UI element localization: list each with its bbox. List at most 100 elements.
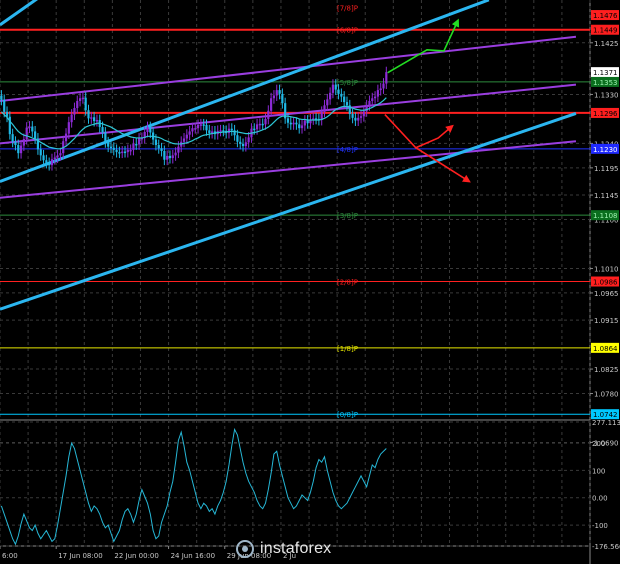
forecast-arrow	[387, 18, 460, 74]
trend-line	[0, 35, 577, 102]
murrey-level-label: [1/8]P	[337, 345, 358, 353]
candle-body	[115, 149, 118, 153]
oscillator-line	[0, 427, 387, 546]
candle-body	[241, 143, 245, 147]
candle-body	[247, 137, 250, 143]
candle-body	[126, 149, 129, 153]
candle-body	[194, 128, 197, 130]
candle-body	[84, 97, 87, 111]
candle-body	[149, 127, 152, 133]
candle-body	[25, 127, 28, 140]
time-tick-label: 17 Jun 08:00	[58, 552, 102, 560]
candle-body	[337, 89, 340, 94]
price-badge-label: 1.1108	[593, 212, 618, 220]
candle-body	[236, 135, 239, 142]
candle-body	[157, 145, 160, 149]
candle-body	[64, 133, 68, 142]
price-tick-label: 1.1010	[594, 265, 619, 273]
osc-tick-label: 277.1133	[592, 419, 620, 427]
candle-body	[323, 105, 326, 112]
candle-body	[286, 118, 290, 123]
regression-channel-line	[0, 0, 490, 183]
murrey-level-label: [7/8]P	[337, 4, 358, 12]
candle-body	[132, 143, 135, 150]
candle-body	[275, 90, 278, 96]
candle-body	[253, 128, 256, 131]
candle-body	[303, 120, 306, 126]
candle-body	[278, 90, 281, 94]
price-tick-label: 1.1330	[594, 91, 619, 99]
time-tick-label: 6:00	[2, 552, 18, 560]
murrey-level-label: [4/8]P	[337, 146, 358, 154]
candle-body	[118, 152, 121, 154]
candle-body	[123, 151, 127, 154]
candle-body	[244, 142, 247, 147]
brand-logo: instaforex	[236, 538, 386, 560]
oscillator-panel	[0, 427, 387, 546]
candle-body	[129, 149, 132, 152]
candle-body	[109, 146, 113, 149]
candle-body	[196, 124, 200, 129]
candle-body	[67, 122, 70, 134]
price-badge-label: 1.1353	[593, 79, 618, 87]
candle-body	[191, 128, 194, 132]
murrey-level-label: [0/8]P	[337, 411, 358, 419]
candle-body	[101, 127, 104, 133]
candle-body	[3, 99, 6, 112]
price-badges: 1.1476 1.1449 1.1371 1.1353 1.1296 1.1230 1.11…	[591, 10, 619, 420]
price-tick-label: 1.1425	[594, 40, 619, 48]
price-badge-label: 1.1449	[593, 27, 618, 35]
candle-body	[59, 153, 62, 156]
candle-body	[17, 145, 20, 154]
candle-body	[121, 151, 124, 154]
candle-body	[379, 88, 382, 91]
candle-body	[154, 139, 158, 146]
candle-body	[48, 162, 51, 166]
candle-body	[281, 93, 284, 104]
candle-body	[171, 155, 174, 159]
murrey-level-label: [6/8]P	[337, 27, 358, 35]
candle-body	[34, 131, 37, 139]
candle-body	[185, 134, 188, 139]
candle-body	[329, 92, 332, 100]
candle-body	[357, 117, 360, 121]
forecast-arrows	[384, 18, 471, 183]
candle-body	[76, 100, 79, 109]
price-tick-label: 1.1145	[594, 192, 619, 200]
candle-body	[177, 146, 180, 153]
candle-body	[73, 108, 76, 115]
candle-body	[376, 90, 379, 97]
osc-tick-label: -176.5666	[592, 543, 620, 551]
logo-icon	[236, 540, 254, 558]
price-tick-label: 1.0825	[594, 366, 619, 374]
osc-tick-label: -100	[592, 522, 608, 530]
candle-body	[267, 110, 270, 119]
candle-body	[371, 98, 374, 101]
candle-body	[362, 111, 365, 117]
time-tick-label: 22 Jun 00:00	[114, 552, 158, 560]
candle-body	[289, 122, 292, 125]
candle-body	[137, 138, 141, 145]
forecast-arrow	[384, 114, 454, 149]
candle-body	[168, 155, 172, 159]
candle-body	[11, 134, 14, 142]
candle-body	[104, 132, 107, 143]
candle-body	[298, 124, 301, 129]
candle-body	[359, 116, 363, 118]
candle-body	[258, 123, 261, 126]
candle-body	[70, 114, 73, 123]
candle-body	[382, 83, 385, 89]
price-tick-label: 1.1195	[594, 165, 619, 173]
candle-body	[31, 126, 34, 132]
candle-body	[334, 84, 337, 90]
regression-channel-line	[0, 112, 577, 311]
candle-body	[28, 126, 31, 129]
candle-body	[78, 98, 82, 101]
candle-body	[331, 84, 335, 93]
trend-lines	[0, 0, 577, 311]
candle-body	[39, 149, 42, 156]
candle-body	[112, 147, 115, 150]
candle-body	[272, 95, 276, 99]
candle-body	[22, 139, 25, 146]
murrey-level-label: [2/8]P	[337, 279, 358, 287]
